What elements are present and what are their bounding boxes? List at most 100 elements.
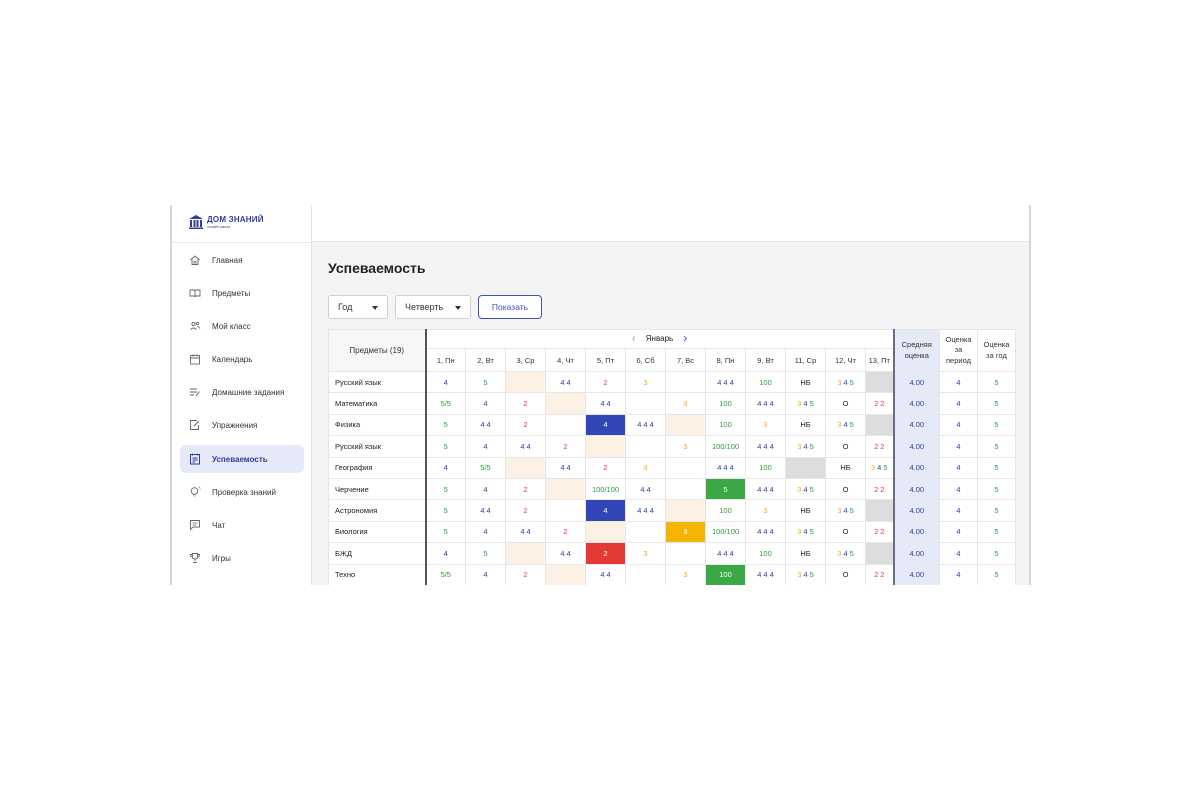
grade-cell[interactable]: 44 — [545, 542, 586, 565]
grade-cell[interactable]: 345 — [785, 477, 826, 501]
grade-cell[interactable]: 444 — [705, 370, 746, 394]
grade-cell[interactable]: 4 — [465, 477, 506, 501]
grade-cell[interactable]: 3 — [665, 520, 706, 544]
grade-cell[interactable]: 345 — [825, 542, 866, 565]
grade-cell[interactable]: О — [825, 435, 866, 458]
subject-name[interactable]: Математика — [328, 392, 426, 415]
grade-cell[interactable]: 444 — [745, 435, 786, 458]
grade-cell[interactable]: 2 — [585, 456, 626, 479]
grade-cell[interactable] — [665, 542, 706, 565]
quarter-select[interactable]: Четверть — [395, 295, 471, 319]
grade-cell[interactable]: 4 — [465, 392, 506, 415]
grade-cell[interactable]: НБ — [785, 542, 826, 565]
grade-cell[interactable]: НБ — [785, 370, 826, 394]
grade-cell[interactable]: 22 — [865, 520, 894, 544]
grade-cell[interactable]: 4 — [424, 370, 466, 394]
grade-cell[interactable]: 2 — [505, 392, 546, 415]
grade-cell[interactable]: 5 — [424, 499, 466, 522]
subject-name[interactable]: Физика — [328, 413, 426, 437]
subject-name[interactable]: Астрономия — [328, 499, 426, 522]
grade-cell[interactable]: 2 — [585, 542, 626, 565]
grade-cell[interactable]: 345 — [865, 456, 894, 479]
grade-cell[interactable]: 5 — [424, 413, 466, 437]
grade-cell[interactable]: 44 — [545, 370, 586, 394]
grade-cell[interactable]: 345 — [785, 563, 826, 585]
grade-cell[interactable]: 4 — [424, 542, 466, 565]
subject-name[interactable]: Русский язык — [328, 370, 426, 394]
nav-item-performance[interactable]: Успеваемость — [180, 445, 304, 473]
grade-cell[interactable] — [665, 477, 706, 501]
nav-item-my-class[interactable]: Мой класс — [180, 312, 304, 340]
grade-cell[interactable]: 5 — [424, 435, 466, 458]
grade-cell[interactable]: 100 — [705, 392, 746, 415]
grade-cell[interactable]: 3 — [625, 542, 666, 565]
grade-cell[interactable]: 444 — [625, 413, 666, 437]
grade-cell[interactable] — [625, 520, 666, 544]
grade-cell[interactable] — [505, 542, 546, 565]
grade-cell[interactable]: 44 — [585, 392, 626, 415]
grade-cell[interactable]: 345 — [785, 435, 826, 458]
grade-cell[interactable]: 5 — [465, 370, 506, 394]
grade-cell[interactable]: 100/100 — [705, 520, 746, 544]
nav-item-chat[interactable]: Чат — [180, 511, 304, 539]
grade-cell[interactable]: 2 — [545, 435, 586, 458]
grade-cell[interactable] — [505, 370, 546, 394]
grade-cell[interactable]: 2 — [505, 563, 546, 585]
grade-cell[interactable]: 44 — [465, 413, 506, 437]
grade-cell[interactable] — [865, 370, 894, 394]
grade-cell[interactable]: О — [825, 392, 866, 415]
grade-cell[interactable]: 345 — [825, 413, 866, 437]
grade-cell[interactable] — [665, 370, 706, 394]
subject-name[interactable]: Черчение — [328, 477, 426, 501]
grade-cell[interactable] — [585, 435, 626, 458]
grade-cell[interactable]: 4 — [465, 435, 506, 458]
grade-cell[interactable] — [545, 413, 586, 437]
grade-cell[interactable]: 345 — [825, 499, 866, 522]
nav-item-homework[interactable]: Домашние задания — [180, 378, 304, 406]
grade-cell[interactable]: 444 — [745, 563, 786, 585]
grade-cell[interactable]: 100/100 — [585, 477, 626, 501]
grade-cell[interactable]: 4 — [465, 563, 506, 585]
grade-cell[interactable] — [545, 392, 586, 415]
grade-cell[interactable] — [865, 542, 894, 565]
grade-cell[interactable]: 3 — [665, 435, 706, 458]
grade-cell[interactable]: 44 — [625, 477, 666, 501]
grade-cell[interactable] — [665, 413, 706, 437]
grade-cell[interactable]: 2 — [545, 520, 586, 544]
subject-name[interactable]: География — [328, 456, 426, 479]
grade-cell[interactable]: 100 — [705, 563, 746, 585]
grade-cell[interactable]: 5 — [705, 477, 746, 501]
grade-cell[interactable]: 3 — [625, 456, 666, 479]
nav-item-exercises[interactable]: Упражнения — [180, 411, 304, 439]
grade-cell[interactable]: 3 — [665, 563, 706, 585]
grade-cell[interactable]: 3 — [745, 413, 786, 437]
year-select[interactable]: Год — [328, 295, 388, 319]
grade-cell[interactable]: 345 — [785, 520, 826, 544]
grade-cell[interactable]: 5 — [424, 520, 466, 544]
grade-cell[interactable]: НБ — [825, 456, 866, 479]
grade-cell[interactable]: 5 — [424, 477, 466, 501]
grade-cell[interactable]: 44 — [545, 456, 586, 479]
nav-item-home[interactable]: Главная — [180, 246, 304, 274]
grade-cell[interactable]: 44 — [465, 499, 506, 522]
grade-cell[interactable]: 100 — [745, 370, 786, 394]
grade-cell[interactable]: 444 — [625, 499, 666, 522]
grade-cell[interactable]: 4 — [465, 520, 506, 544]
grade-cell[interactable]: 22 — [865, 435, 894, 458]
grade-cell[interactable]: 5 — [465, 542, 506, 565]
grade-cell[interactable] — [865, 413, 894, 437]
subject-name[interactable]: Биология — [328, 520, 426, 544]
grade-cell[interactable]: 44 — [505, 435, 546, 458]
grade-cell[interactable]: 100 — [745, 456, 786, 479]
grade-cell[interactable]: 4 — [585, 499, 626, 522]
grade-cell[interactable]: 100 — [705, 413, 746, 437]
grade-cell[interactable]: 444 — [745, 392, 786, 415]
nav-item-games[interactable]: Игры — [180, 544, 304, 572]
grade-cell[interactable]: 3 — [625, 370, 666, 394]
grade-cell[interactable]: 4 — [585, 413, 626, 437]
grade-cell[interactable] — [545, 563, 586, 585]
grade-cell[interactable]: 4 — [424, 456, 466, 479]
show-button[interactable]: Показать — [478, 295, 542, 319]
grade-cell[interactable]: 5/5 — [424, 392, 466, 415]
grade-cell[interactable]: 444 — [745, 477, 786, 501]
